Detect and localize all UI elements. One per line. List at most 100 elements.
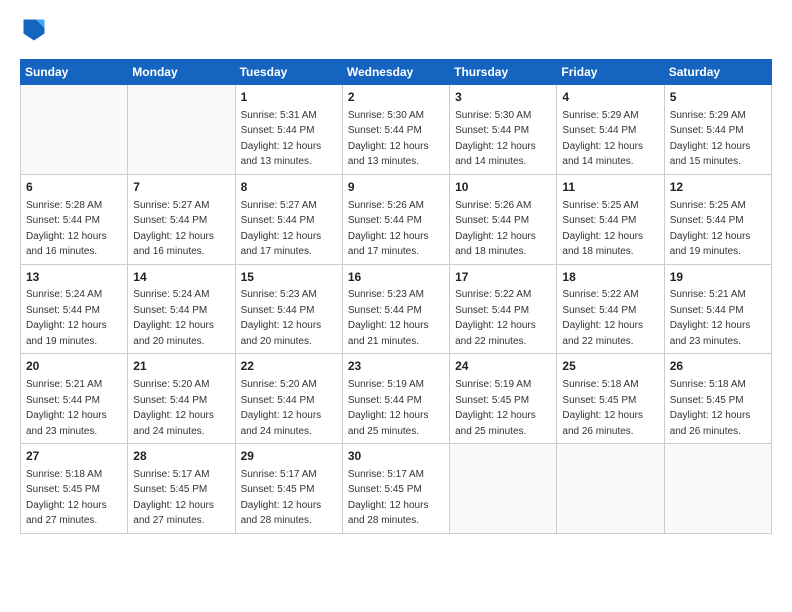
weekday-header-wednesday: Wednesday: [342, 60, 449, 85]
day-number: 30: [348, 448, 444, 465]
day-detail: Sunrise: 5:25 AMSunset: 5:44 PMDaylight:…: [670, 200, 751, 258]
calendar-cell: 13 Sunrise: 5:24 AMSunset: 5:44 PMDayligh…: [21, 264, 128, 354]
day-number: 25: [562, 358, 658, 375]
day-detail: Sunrise: 5:19 AMSunset: 5:45 PMDaylight:…: [455, 379, 536, 437]
day-number: 11: [562, 179, 658, 196]
day-number: 15: [241, 269, 337, 286]
header-row: [20, 16, 772, 49]
day-number: 1: [241, 89, 337, 106]
page: SundayMondayTuesdayWednesdayThursdayFrid…: [0, 0, 792, 612]
calendar-cell: 10 Sunrise: 5:26 AMSunset: 5:44 PMDayligh…: [450, 174, 557, 264]
weekday-header-sunday: Sunday: [21, 60, 128, 85]
calendar-cell: 3 Sunrise: 5:30 AMSunset: 5:44 PMDaylight…: [450, 85, 557, 175]
weekday-header-monday: Monday: [128, 60, 235, 85]
day-number: 23: [348, 358, 444, 375]
day-number: 9: [348, 179, 444, 196]
calendar-week-2: 6 Sunrise: 5:28 AMSunset: 5:44 PMDaylight…: [21, 174, 772, 264]
day-detail: Sunrise: 5:19 AMSunset: 5:44 PMDaylight:…: [348, 379, 429, 437]
calendar-cell: 5 Sunrise: 5:29 AMSunset: 5:44 PMDaylight…: [664, 85, 771, 175]
day-number: 2: [348, 89, 444, 106]
calendar-cell: [664, 444, 771, 534]
calendar-cell: 28 Sunrise: 5:17 AMSunset: 5:45 PMDayligh…: [128, 444, 235, 534]
day-number: 3: [455, 89, 551, 106]
day-number: 6: [26, 179, 122, 196]
day-detail: Sunrise: 5:31 AMSunset: 5:44 PMDaylight:…: [241, 110, 322, 168]
day-detail: Sunrise: 5:26 AMSunset: 5:44 PMDaylight:…: [455, 200, 536, 258]
calendar-cell: 1 Sunrise: 5:31 AMSunset: 5:44 PMDaylight…: [235, 85, 342, 175]
calendar-cell: 19Sunrise: 5:21 AMSunset: 5:44 PMDayligh…: [664, 264, 771, 354]
day-detail: Sunrise: 5:18 AMSunset: 5:45 PMDaylight:…: [670, 379, 751, 437]
day-number: 27: [26, 448, 122, 465]
day-number: 29: [241, 448, 337, 465]
day-detail: Sunrise: 5:18 AMSunset: 5:45 PMDaylight:…: [562, 379, 643, 437]
day-number: 26: [670, 358, 766, 375]
calendar-cell: 24 Sunrise: 5:19 AMSunset: 5:45 PMDayligh…: [450, 354, 557, 444]
calendar-week-4: 20Sunrise: 5:21 AMSunset: 5:44 PMDayligh…: [21, 354, 772, 444]
day-number: 24: [455, 358, 551, 375]
weekday-header-row: SundayMondayTuesdayWednesdayThursdayFrid…: [21, 60, 772, 85]
day-number: 21: [133, 358, 229, 375]
calendar-week-5: 27Sunrise: 5:18 AMSunset: 5:45 PMDayligh…: [21, 444, 772, 534]
calendar-cell: 18 Sunrise: 5:22 AMSunset: 5:44 PMDayligh…: [557, 264, 664, 354]
calendar-cell: 29 Sunrise: 5:17 AMSunset: 5:45 PMDayligh…: [235, 444, 342, 534]
day-detail: Sunrise: 5:30 AMSunset: 5:44 PMDaylight:…: [455, 110, 536, 168]
day-number: 14: [133, 269, 229, 286]
day-number: 10: [455, 179, 551, 196]
calendar-cell: [21, 85, 128, 175]
day-detail: Sunrise: 5:22 AMSunset: 5:44 PMDaylight:…: [455, 289, 536, 347]
day-detail: Sunrise: 5:17 AMSunset: 5:45 PMDaylight:…: [348, 469, 429, 527]
day-detail: Sunrise: 5:21 AMSunset: 5:44 PMDaylight:…: [26, 379, 107, 437]
day-number: 22: [241, 358, 337, 375]
day-number: 19: [670, 269, 766, 286]
logo: [20, 16, 52, 49]
day-number: 16: [348, 269, 444, 286]
day-detail: Sunrise: 5:27 AMSunset: 5:44 PMDaylight:…: [241, 200, 322, 258]
day-number: 7: [133, 179, 229, 196]
day-detail: Sunrise: 5:27 AMSunset: 5:44 PMDaylight:…: [133, 200, 214, 258]
calendar-cell: 27Sunrise: 5:18 AMSunset: 5:45 PMDayligh…: [21, 444, 128, 534]
day-number: 12: [670, 179, 766, 196]
day-number: 17: [455, 269, 551, 286]
calendar-cell: 12 Sunrise: 5:25 AMSunset: 5:44 PMDayligh…: [664, 174, 771, 264]
logo-icon: [20, 16, 48, 49]
day-detail: Sunrise: 5:28 AMSunset: 5:44 PMDaylight:…: [26, 200, 107, 258]
day-detail: Sunrise: 5:30 AMSunset: 5:44 PMDaylight:…: [348, 110, 429, 168]
calendar-cell: 20Sunrise: 5:21 AMSunset: 5:44 PMDayligh…: [21, 354, 128, 444]
day-number: 5: [670, 89, 766, 106]
calendar-cell: 16 Sunrise: 5:23 AMSunset: 5:44 PMDayligh…: [342, 264, 449, 354]
calendar-cell: 23 Sunrise: 5:19 AMSunset: 5:44 PMDayligh…: [342, 354, 449, 444]
calendar-cell: 9 Sunrise: 5:26 AMSunset: 5:44 PMDaylight…: [342, 174, 449, 264]
day-detail: Sunrise: 5:20 AMSunset: 5:44 PMDaylight:…: [241, 379, 322, 437]
day-number: 8: [241, 179, 337, 196]
day-detail: Sunrise: 5:23 AMSunset: 5:44 PMDaylight:…: [241, 289, 322, 347]
weekday-header-tuesday: Tuesday: [235, 60, 342, 85]
calendar-cell: [450, 444, 557, 534]
calendar-cell: 22 Sunrise: 5:20 AMSunset: 5:44 PMDayligh…: [235, 354, 342, 444]
calendar-cell: 15 Sunrise: 5:23 AMSunset: 5:44 PMDayligh…: [235, 264, 342, 354]
day-detail: Sunrise: 5:17 AMSunset: 5:45 PMDaylight:…: [241, 469, 322, 527]
calendar-cell: 21Sunrise: 5:20 AMSunset: 5:44 PMDayligh…: [128, 354, 235, 444]
day-detail: Sunrise: 5:17 AMSunset: 5:45 PMDaylight:…: [133, 469, 214, 527]
day-detail: Sunrise: 5:22 AMSunset: 5:44 PMDaylight:…: [562, 289, 643, 347]
calendar-cell: 25 Sunrise: 5:18 AMSunset: 5:45 PMDayligh…: [557, 354, 664, 444]
day-number: 4: [562, 89, 658, 106]
calendar-cell: [557, 444, 664, 534]
calendar-week-3: 13 Sunrise: 5:24 AMSunset: 5:44 PMDayligh…: [21, 264, 772, 354]
day-detail: Sunrise: 5:24 AMSunset: 5:44 PMDaylight:…: [133, 289, 214, 347]
day-detail: Sunrise: 5:24 AMSunset: 5:44 PMDaylight:…: [26, 289, 107, 347]
day-detail: Sunrise: 5:25 AMSunset: 5:44 PMDaylight:…: [562, 200, 643, 258]
weekday-header-friday: Friday: [557, 60, 664, 85]
weekday-header-saturday: Saturday: [664, 60, 771, 85]
day-number: 13: [26, 269, 122, 286]
day-detail: Sunrise: 5:26 AMSunset: 5:44 PMDaylight:…: [348, 200, 429, 258]
calendar-body: 1 Sunrise: 5:31 AMSunset: 5:44 PMDaylight…: [21, 85, 772, 534]
calendar-cell: 2 Sunrise: 5:30 AMSunset: 5:44 PMDaylight…: [342, 85, 449, 175]
day-detail: Sunrise: 5:29 AMSunset: 5:44 PMDaylight:…: [562, 110, 643, 168]
day-detail: Sunrise: 5:23 AMSunset: 5:44 PMDaylight:…: [348, 289, 429, 347]
day-number: 18: [562, 269, 658, 286]
day-number: 28: [133, 448, 229, 465]
calendar-cell: 14 Sunrise: 5:24 AMSunset: 5:44 PMDayligh…: [128, 264, 235, 354]
calendar-cell: 30 Sunrise: 5:17 AMSunset: 5:45 PMDayligh…: [342, 444, 449, 534]
day-detail: Sunrise: 5:29 AMSunset: 5:44 PMDaylight:…: [670, 110, 751, 168]
calendar-cell: 7 Sunrise: 5:27 AMSunset: 5:44 PMDaylight…: [128, 174, 235, 264]
